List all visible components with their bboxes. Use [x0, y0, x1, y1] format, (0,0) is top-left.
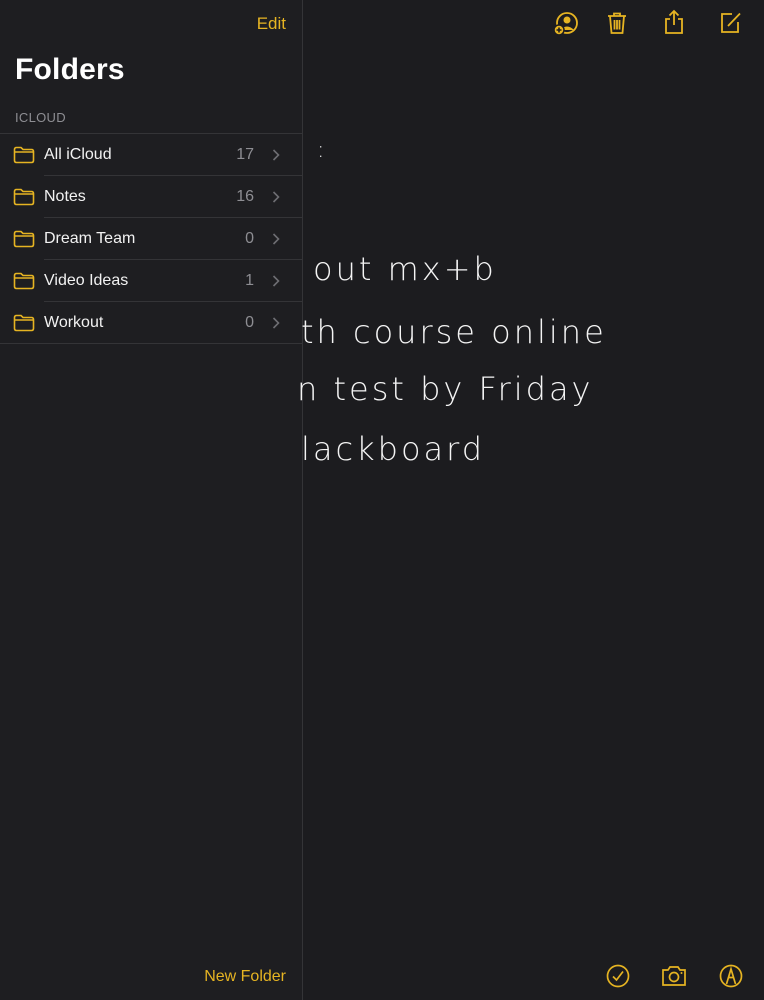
folder-label: Notes — [44, 188, 86, 205]
folder-label: Video Ideas — [44, 272, 129, 289]
compose-icon[interactable] — [718, 10, 744, 36]
handwriting-line: : — [317, 138, 328, 163]
folder-icon — [13, 314, 35, 332]
folder-row-video-ideas[interactable]: Video Ideas 1 — [0, 260, 302, 302]
chevron-right-icon — [272, 275, 280, 287]
note-canvas[interactable]: : out mx+b th course online n test by Fr… — [297, 0, 764, 1000]
handwriting-line: out mx+b — [313, 250, 497, 288]
handwriting-line: lackboard — [301, 430, 486, 468]
camera-icon[interactable] — [661, 963, 687, 989]
folder-row-workout[interactable]: Workout 0 — [0, 302, 302, 344]
handwriting-line: th course online — [301, 313, 607, 351]
section-header-icloud: ICLOUD — [15, 110, 66, 125]
page-title: Folders — [15, 53, 125, 86]
trash-icon[interactable] — [604, 10, 630, 36]
chevron-right-icon — [272, 191, 280, 203]
chevron-right-icon — [272, 149, 280, 161]
folder-label: Dream Team — [44, 230, 136, 247]
folder-count: 1 — [245, 272, 254, 289]
folders-sidebar: Edit Folders ICLOUD All iCloud 17 Notes … — [0, 0, 303, 1000]
add-person-icon[interactable] — [553, 11, 579, 37]
folder-row-notes[interactable]: Notes 16 — [0, 176, 302, 218]
folder-label: Workout — [44, 314, 104, 331]
handwriting-line: n test by Friday — [297, 370, 594, 408]
checklist-icon[interactable] — [605, 963, 631, 989]
folder-icon — [13, 272, 35, 290]
folder-row-dream-team[interactable]: Dream Team 0 — [0, 218, 302, 260]
folder-count: 0 — [245, 230, 254, 247]
folder-count: 0 — [245, 314, 254, 331]
folder-icon — [13, 188, 35, 206]
chevron-right-icon — [272, 233, 280, 245]
share-icon[interactable] — [661, 9, 687, 35]
chevron-right-icon — [272, 317, 280, 329]
folder-label: All iCloud — [44, 146, 112, 163]
folder-icon — [13, 230, 35, 248]
folder-icon — [13, 146, 35, 164]
folder-count: 16 — [236, 188, 254, 205]
edit-button[interactable]: Edit — [257, 14, 286, 34]
folder-row-all-icloud[interactable]: All iCloud 17 — [0, 134, 302, 176]
folder-count: 17 — [236, 146, 254, 163]
markup-icon[interactable] — [718, 963, 744, 989]
new-folder-button[interactable]: New Folder — [204, 968, 286, 986]
folder-list: All iCloud 17 Notes 16 Dream Team 0 Vide… — [0, 133, 302, 344]
